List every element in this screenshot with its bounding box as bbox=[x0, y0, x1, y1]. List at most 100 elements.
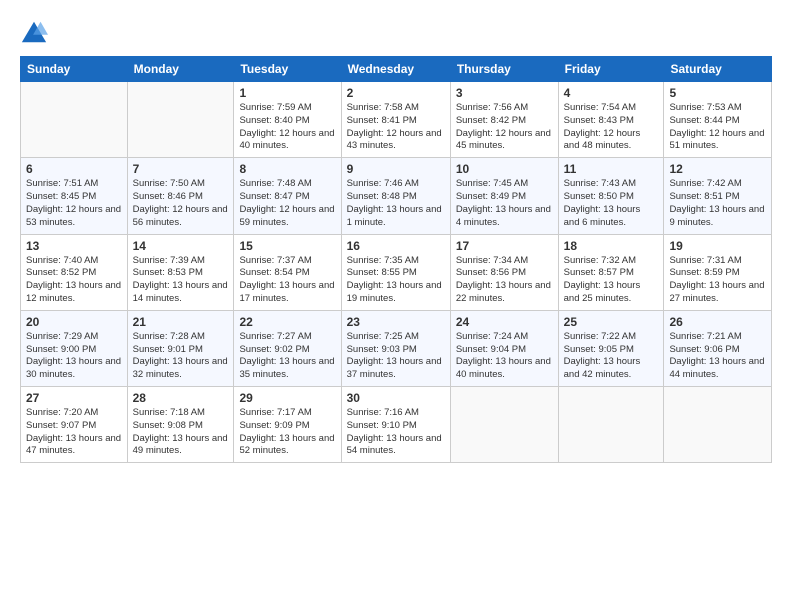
weekday-header-sunday: Sunday bbox=[21, 57, 128, 82]
day-number: 14 bbox=[133, 239, 229, 253]
day-info: Sunrise: 7:28 AM Sunset: 9:01 PM Dayligh… bbox=[133, 331, 229, 382]
calendar-cell bbox=[664, 387, 772, 463]
day-number: 26 bbox=[669, 315, 766, 329]
week-row-1: 1 Sunrise: 7:59 AM Sunset: 8:40 PM Daylig… bbox=[21, 82, 772, 158]
calendar-cell: 10 Sunrise: 7:45 AM Sunset: 8:49 PM Dayli… bbox=[450, 158, 558, 234]
calendar-cell: 18 Sunrise: 7:32 AM Sunset: 8:57 PM Dayli… bbox=[558, 234, 664, 310]
calendar-cell: 12 Sunrise: 7:42 AM Sunset: 8:51 PM Dayli… bbox=[664, 158, 772, 234]
calendar-cell: 22 Sunrise: 7:27 AM Sunset: 9:02 PM Dayli… bbox=[234, 310, 341, 386]
day-number: 21 bbox=[133, 315, 229, 329]
day-number: 25 bbox=[564, 315, 659, 329]
day-info: Sunrise: 7:22 AM Sunset: 9:05 PM Dayligh… bbox=[564, 331, 659, 382]
day-number: 16 bbox=[347, 239, 445, 253]
day-number: 22 bbox=[239, 315, 335, 329]
weekday-header-saturday: Saturday bbox=[664, 57, 772, 82]
day-number: 11 bbox=[564, 162, 659, 176]
calendar-cell: 15 Sunrise: 7:37 AM Sunset: 8:54 PM Dayli… bbox=[234, 234, 341, 310]
day-info: Sunrise: 7:29 AM Sunset: 9:00 PM Dayligh… bbox=[26, 331, 122, 382]
day-number: 15 bbox=[239, 239, 335, 253]
calendar-cell: 27 Sunrise: 7:20 AM Sunset: 9:07 PM Dayli… bbox=[21, 387, 128, 463]
day-number: 19 bbox=[669, 239, 766, 253]
day-number: 9 bbox=[347, 162, 445, 176]
day-number: 4 bbox=[564, 86, 659, 100]
day-number: 10 bbox=[456, 162, 553, 176]
day-info: Sunrise: 7:17 AM Sunset: 9:09 PM Dayligh… bbox=[239, 407, 335, 458]
weekday-header-tuesday: Tuesday bbox=[234, 57, 341, 82]
calendar-cell: 5 Sunrise: 7:53 AM Sunset: 8:44 PM Daylig… bbox=[664, 82, 772, 158]
day-info: Sunrise: 7:37 AM Sunset: 8:54 PM Dayligh… bbox=[239, 255, 335, 306]
calendar-cell: 16 Sunrise: 7:35 AM Sunset: 8:55 PM Dayli… bbox=[341, 234, 450, 310]
calendar-cell bbox=[21, 82, 128, 158]
day-info: Sunrise: 7:31 AM Sunset: 8:59 PM Dayligh… bbox=[669, 255, 766, 306]
day-number: 30 bbox=[347, 391, 445, 405]
day-info: Sunrise: 7:27 AM Sunset: 9:02 PM Dayligh… bbox=[239, 331, 335, 382]
day-info: Sunrise: 7:25 AM Sunset: 9:03 PM Dayligh… bbox=[347, 331, 445, 382]
day-number: 18 bbox=[564, 239, 659, 253]
day-info: Sunrise: 7:35 AM Sunset: 8:55 PM Dayligh… bbox=[347, 255, 445, 306]
calendar-cell: 4 Sunrise: 7:54 AM Sunset: 8:43 PM Daylig… bbox=[558, 82, 664, 158]
calendar-cell: 21 Sunrise: 7:28 AM Sunset: 9:01 PM Dayli… bbox=[127, 310, 234, 386]
weekday-header-friday: Friday bbox=[558, 57, 664, 82]
day-info: Sunrise: 7:24 AM Sunset: 9:04 PM Dayligh… bbox=[456, 331, 553, 382]
calendar-cell: 28 Sunrise: 7:18 AM Sunset: 9:08 PM Dayli… bbox=[127, 387, 234, 463]
day-info: Sunrise: 7:56 AM Sunset: 8:42 PM Dayligh… bbox=[456, 102, 553, 153]
day-number: 17 bbox=[456, 239, 553, 253]
calendar-cell: 11 Sunrise: 7:43 AM Sunset: 8:50 PM Dayli… bbox=[558, 158, 664, 234]
calendar-cell: 19 Sunrise: 7:31 AM Sunset: 8:59 PM Dayli… bbox=[664, 234, 772, 310]
week-row-3: 13 Sunrise: 7:40 AM Sunset: 8:52 PM Dayli… bbox=[21, 234, 772, 310]
week-row-5: 27 Sunrise: 7:20 AM Sunset: 9:07 PM Dayli… bbox=[21, 387, 772, 463]
calendar-cell: 13 Sunrise: 7:40 AM Sunset: 8:52 PM Dayli… bbox=[21, 234, 128, 310]
day-info: Sunrise: 7:45 AM Sunset: 8:49 PM Dayligh… bbox=[456, 178, 553, 229]
day-info: Sunrise: 7:50 AM Sunset: 8:46 PM Dayligh… bbox=[133, 178, 229, 229]
calendar-cell: 6 Sunrise: 7:51 AM Sunset: 8:45 PM Daylig… bbox=[21, 158, 128, 234]
day-number: 27 bbox=[26, 391, 122, 405]
day-number: 13 bbox=[26, 239, 122, 253]
calendar-cell: 9Sunrise: 7:46 AM Sunset: 8:48 PM Daylig… bbox=[341, 158, 450, 234]
day-number: 5 bbox=[669, 86, 766, 100]
day-number: 12 bbox=[669, 162, 766, 176]
logo bbox=[20, 18, 52, 46]
day-info: Sunrise: 7:58 AM Sunset: 8:41 PM Dayligh… bbox=[347, 102, 445, 153]
calendar-cell: 25 Sunrise: 7:22 AM Sunset: 9:05 PM Dayli… bbox=[558, 310, 664, 386]
day-info: Sunrise: 7:59 AM Sunset: 8:40 PM Dayligh… bbox=[239, 102, 335, 153]
day-number: 24 bbox=[456, 315, 553, 329]
calendar-cell bbox=[450, 387, 558, 463]
day-number: 7 bbox=[133, 162, 229, 176]
day-info: Sunrise: 7:43 AM Sunset: 8:50 PM Dayligh… bbox=[564, 178, 659, 229]
weekday-header-wednesday: Wednesday bbox=[341, 57, 450, 82]
day-info: Sunrise: 7:21 AM Sunset: 9:06 PM Dayligh… bbox=[669, 331, 766, 382]
day-number: 20 bbox=[26, 315, 122, 329]
day-info: Sunrise: 7:34 AM Sunset: 8:56 PM Dayligh… bbox=[456, 255, 553, 306]
calendar-cell: 2 Sunrise: 7:58 AM Sunset: 8:41 PM Daylig… bbox=[341, 82, 450, 158]
week-row-4: 20 Sunrise: 7:29 AM Sunset: 9:00 PM Dayli… bbox=[21, 310, 772, 386]
day-number: 28 bbox=[133, 391, 229, 405]
day-info: Sunrise: 7:54 AM Sunset: 8:43 PM Dayligh… bbox=[564, 102, 659, 153]
day-info: Sunrise: 7:39 AM Sunset: 8:53 PM Dayligh… bbox=[133, 255, 229, 306]
weekday-header-monday: Monday bbox=[127, 57, 234, 82]
day-number: 2 bbox=[347, 86, 445, 100]
weekday-header-thursday: Thursday bbox=[450, 57, 558, 82]
page: SundayMondayTuesdayWednesdayThursdayFrid… bbox=[0, 0, 792, 612]
header bbox=[20, 18, 772, 46]
day-info: Sunrise: 7:40 AM Sunset: 8:52 PM Dayligh… bbox=[26, 255, 122, 306]
calendar-cell: 29 Sunrise: 7:17 AM Sunset: 9:09 PM Dayli… bbox=[234, 387, 341, 463]
calendar-cell bbox=[558, 387, 664, 463]
calendar-cell bbox=[127, 82, 234, 158]
day-info: Sunrise: 7:18 AM Sunset: 9:08 PM Dayligh… bbox=[133, 407, 229, 458]
calendar-cell: 17 Sunrise: 7:34 AM Sunset: 8:56 PM Dayli… bbox=[450, 234, 558, 310]
calendar: SundayMondayTuesdayWednesdayThursdayFrid… bbox=[20, 56, 772, 463]
calendar-cell: 8Sunrise: 7:48 AM Sunset: 8:47 PM Daylig… bbox=[234, 158, 341, 234]
calendar-cell: 26 Sunrise: 7:21 AM Sunset: 9:06 PM Dayli… bbox=[664, 310, 772, 386]
calendar-cell: 23Sunrise: 7:25 AM Sunset: 9:03 PM Dayli… bbox=[341, 310, 450, 386]
day-info: Sunrise: 7:51 AM Sunset: 8:45 PM Dayligh… bbox=[26, 178, 122, 229]
calendar-cell: 24 Sunrise: 7:24 AM Sunset: 9:04 PM Dayli… bbox=[450, 310, 558, 386]
day-info: Sunrise: 7:53 AM Sunset: 8:44 PM Dayligh… bbox=[669, 102, 766, 153]
day-info: Sunrise: 7:42 AM Sunset: 8:51 PM Dayligh… bbox=[669, 178, 766, 229]
day-number: 6 bbox=[26, 162, 122, 176]
day-info: Sunrise: 7:20 AM Sunset: 9:07 PM Dayligh… bbox=[26, 407, 122, 458]
day-number: 1 bbox=[239, 86, 335, 100]
day-number: 29 bbox=[239, 391, 335, 405]
day-info: Sunrise: 7:32 AM Sunset: 8:57 PM Dayligh… bbox=[564, 255, 659, 306]
weekday-header-row: SundayMondayTuesdayWednesdayThursdayFrid… bbox=[21, 57, 772, 82]
logo-icon bbox=[20, 18, 48, 46]
